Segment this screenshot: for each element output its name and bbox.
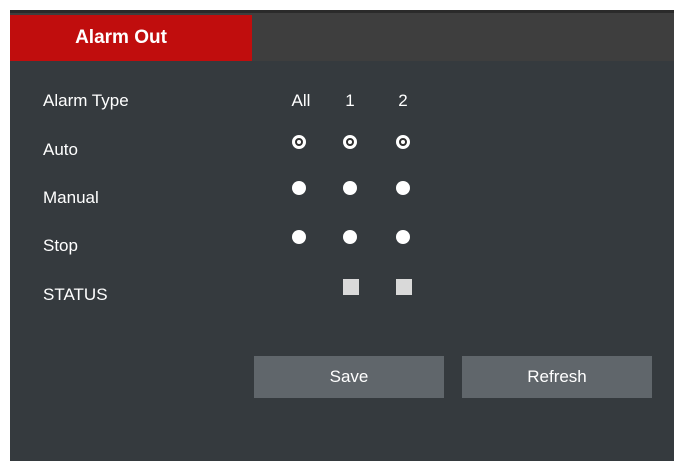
alarm-out-panel: Alarm Out Alarm Type All 1 2 Auto Manual… xyxy=(10,10,674,461)
tab-bar: Alarm Out xyxy=(10,10,674,61)
column-header-2: 2 xyxy=(398,91,408,110)
radio-manual-1[interactable] xyxy=(343,181,357,195)
radio-auto-1[interactable] xyxy=(343,135,357,149)
row-label-auto: Auto xyxy=(43,140,78,159)
column-header-1: 1 xyxy=(345,91,355,110)
refresh-button[interactable]: Refresh xyxy=(462,356,652,398)
radio-stop-all[interactable] xyxy=(292,230,306,244)
row-label-manual: Manual xyxy=(43,188,99,207)
radio-stop-1[interactable] xyxy=(343,230,357,244)
tab-alarm-out[interactable]: Alarm Out xyxy=(10,15,252,61)
radio-stop-2[interactable] xyxy=(396,230,410,244)
save-button[interactable]: Save xyxy=(254,356,444,398)
alarm-type-label: Alarm Type xyxy=(43,91,129,110)
radio-auto-2[interactable] xyxy=(396,135,410,149)
radio-auto-all[interactable] xyxy=(292,135,306,149)
status-indicator-2 xyxy=(396,279,412,295)
radio-manual-all[interactable] xyxy=(292,181,306,195)
status-label: STATUS xyxy=(43,285,108,304)
status-indicator-1 xyxy=(343,279,359,295)
tab-bar-top-border xyxy=(10,10,674,13)
row-label-stop: Stop xyxy=(43,236,78,255)
radio-manual-2[interactable] xyxy=(396,181,410,195)
column-header-all: All xyxy=(291,91,311,110)
